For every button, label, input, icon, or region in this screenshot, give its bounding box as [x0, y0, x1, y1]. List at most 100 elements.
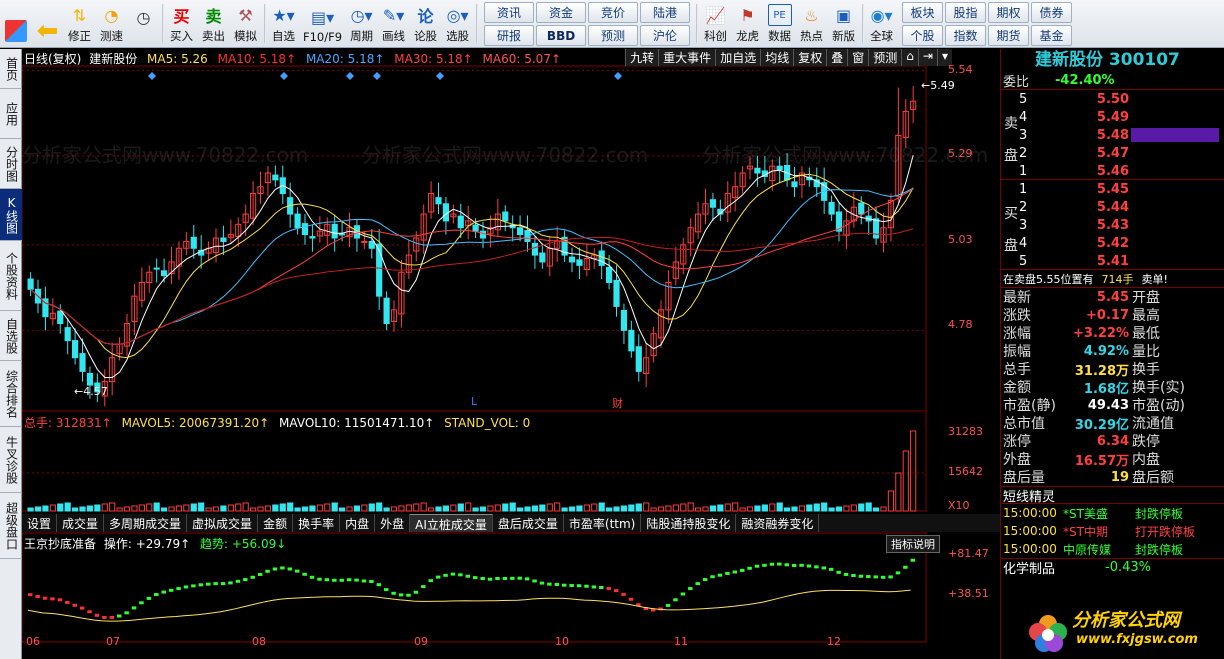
news-event: 打开跌停板	[1135, 524, 1196, 539]
tab-volume[interactable]: 成交量	[57, 514, 105, 532]
tool-add-watch[interactable]: 加自选	[715, 49, 761, 66]
grid-funds[interactable]: 基金	[1031, 25, 1073, 46]
tab-amount[interactable]: 金额	[258, 514, 294, 532]
tab-settings[interactable]: 设置	[22, 514, 58, 532]
sidebar-kline[interactable]: K线图	[0, 189, 22, 241]
lock-icon[interactable]: ⌂	[901, 49, 918, 66]
grid-bbd[interactable]: BBD	[536, 25, 587, 46]
grid-auction[interactable]: 竞价	[588, 2, 639, 23]
tab-northbound[interactable]: 陆股通持股变化	[641, 514, 737, 532]
indicator-dot	[228, 581, 233, 585]
tool-events[interactable]: 重大事件	[658, 49, 716, 66]
data-button[interactable]: PE 数据	[764, 0, 796, 47]
volume-bar	[702, 506, 709, 512]
hot-button[interactable]: ♨ 热点	[796, 0, 828, 47]
f10-button[interactable]: ▤▾ F10/F9	[300, 0, 346, 47]
buy-level[interactable]: 5 5.41	[1019, 252, 1219, 270]
tab-margin[interactable]: 融资融券变化	[736, 514, 820, 532]
news-item[interactable]: 15:00:00 *ST中期 打开跌停板	[1001, 522, 1224, 540]
tab-after-hours[interactable]: 盘后成交量	[493, 514, 564, 532]
buy-level[interactable]: 3 5.43	[1019, 216, 1219, 234]
sidebar-super-board[interactable]: 超级盘口	[0, 493, 22, 559]
sell-button[interactable]: 卖卖出	[198, 0, 230, 47]
sidebar-timeshare[interactable]: 分时图	[0, 139, 22, 189]
level-number: 2	[1019, 199, 1028, 215]
clock-button[interactable]: ◷	[128, 0, 160, 47]
discuss-button[interactable]: 论论股	[410, 0, 442, 47]
tool-adjust[interactable]: 复权	[793, 49, 827, 66]
dragon-button[interactable]: ⚑ 龙虎	[732, 0, 764, 47]
grid-london[interactable]: 沪伦	[640, 25, 691, 46]
grid-report[interactable]: 研报	[484, 25, 535, 46]
volume-bar	[465, 502, 472, 512]
news-item[interactable]: 15:00:00 中原传媒 封跌停板	[1001, 540, 1224, 558]
draw-line-button[interactable]: ✎▾ 画线	[378, 0, 410, 47]
pick-stock-button[interactable]: ◎▾ 选股	[442, 0, 474, 47]
grid-hk[interactable]: 陆港	[640, 2, 691, 23]
sell-level[interactable]: 5 5.50	[1019, 90, 1219, 108]
ind-tick: +81.47	[948, 547, 989, 560]
buy-level[interactable]: 2 5.44	[1019, 198, 1219, 216]
fix-button[interactable]: ⇅ 修正	[64, 0, 96, 47]
grid-fund[interactable]: 资金	[536, 2, 587, 23]
kline-chart[interactable]: 日线(复权) 建新股份 MA5: 5.26 MA10: 5.18↑ MA20: …	[22, 49, 1000, 659]
level-number: 2	[1019, 145, 1028, 161]
tool-window[interactable]: 窗	[847, 49, 869, 66]
tab-turnover[interactable]: 换手率	[293, 514, 341, 532]
tab-inner[interactable]: 内盘	[340, 514, 376, 532]
tab-virtual-volume[interactable]: 虚拟成交量	[187, 514, 259, 532]
tab-ai-volume[interactable]: AI立桩成交量	[410, 514, 493, 532]
watchlist-button[interactable]: ★▾ 自选	[268, 0, 300, 47]
tool-forecast[interactable]: 预测	[868, 49, 902, 66]
indicator-help-button[interactable]: 指标说明	[886, 535, 940, 553]
sell-level[interactable]: 1 5.46	[1019, 162, 1219, 180]
simulate-button[interactable]: ⚒ 模拟	[230, 0, 262, 47]
tool-ma[interactable]: 均线	[760, 49, 794, 66]
stat-key-2: 量比	[1132, 344, 1160, 360]
grid-stocks[interactable]: 个股	[902, 25, 944, 46]
grid-bonds[interactable]: 债券	[1031, 2, 1073, 23]
sector-name[interactable]: 化学制品	[1003, 558, 1055, 577]
grid-news[interactable]: 资讯	[484, 2, 535, 23]
grid-options[interactable]: 期权	[988, 2, 1030, 23]
tool-jiuzhuan[interactable]: 九转	[625, 49, 659, 66]
short-elf-title[interactable]: 短线精灵	[1003, 486, 1055, 505]
buy-button[interactable]: 买买入	[166, 0, 198, 47]
sidebar-profile[interactable]: 个股资料	[0, 241, 22, 311]
new-version-button[interactable]: ▣ 新版	[828, 0, 860, 47]
buy-level[interactable]: 1 5.45	[1019, 180, 1219, 198]
global-button[interactable]: ◉▾ 全球	[866, 0, 898, 47]
period-button[interactable]: ◷▾ 周期	[346, 0, 378, 47]
grid-index[interactable]: 指数	[945, 25, 987, 46]
marker-finance[interactable]: 财	[612, 395, 623, 411]
sidebar-diagnosis[interactable]: 牛叉诊股	[0, 427, 22, 493]
sell-level[interactable]: 4 5.49	[1019, 108, 1219, 126]
grid-index-futures[interactable]: 股指	[945, 2, 987, 23]
sidebar-ranking[interactable]: 综合排名	[0, 361, 22, 427]
kechuang-button[interactable]: 📈 科创	[700, 0, 732, 47]
sidebar-home[interactable]: 首页	[0, 49, 22, 89]
level-number: 4	[1019, 235, 1028, 251]
level-price: 5.45	[1096, 181, 1129, 197]
back-button[interactable]: ⬅	[32, 0, 64, 47]
stat-value: 30.29亿	[1074, 417, 1129, 433]
tab-multi-volume[interactable]: 多周期成交量	[104, 514, 188, 532]
tab-outer[interactable]: 外盘	[375, 514, 411, 532]
volume-bar	[724, 503, 731, 512]
tool-overlay[interactable]: 叠	[826, 49, 848, 66]
grid-futures[interactable]: 期货	[988, 25, 1030, 46]
grid-forecast[interactable]: 预测	[588, 25, 639, 46]
sidebar-watchlist[interactable]: 自选股	[0, 311, 22, 361]
period-label: 日线(复权)	[24, 52, 82, 66]
sector-change: -0.43%	[1105, 560, 1152, 575]
news-item[interactable]: 15:00:00 *ST美盛 封跌停板	[1001, 504, 1224, 522]
expand-icon[interactable]: ⇥	[917, 49, 937, 66]
grid-sector[interactable]: 板块	[902, 2, 944, 23]
app-button[interactable]	[0, 0, 32, 47]
sidebar-apps[interactable]: 应用	[0, 89, 22, 139]
tab-pe-ttm[interactable]: 市盈率(ttm)	[564, 514, 642, 532]
sell-level[interactable]: 3 5.48	[1019, 126, 1219, 144]
sell-level[interactable]: 2 5.47	[1019, 144, 1219, 162]
buy-level[interactable]: 4 5.42	[1019, 234, 1219, 252]
speed-button[interactable]: ◔ 测速	[96, 0, 128, 47]
